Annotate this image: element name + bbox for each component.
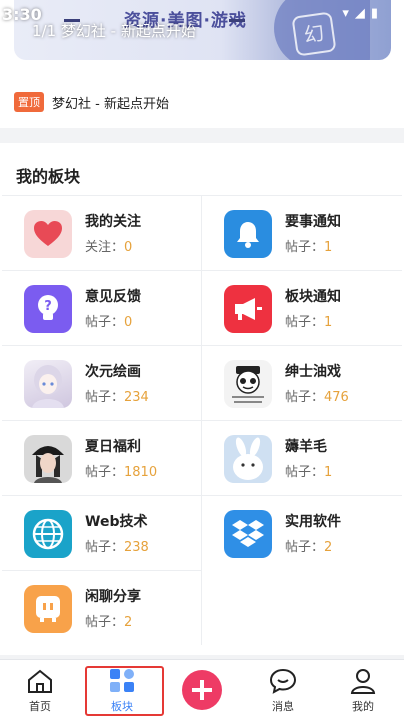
board-freebies[interactable]: 薅羊毛 帖子：1 <box>202 420 402 495</box>
status-icons: ▾ ◢ ▮ <box>336 6 378 21</box>
stat-label: 帖子： <box>285 465 325 480</box>
dropbox-icon <box>224 510 272 558</box>
stat-count: 238 <box>124 540 149 555</box>
board-name: 意见反馈 <box>85 289 141 305</box>
stat-count: 0 <box>124 315 133 330</box>
anime-girl-avatar <box>24 360 72 408</box>
board-stat: 帖子：234 <box>85 386 149 405</box>
stat-label: 帖子： <box>285 240 325 255</box>
banner-decoration <box>229 19 245 22</box>
board-stat: 帖子：1 <box>285 236 332 255</box>
board-name: Web技术 <box>85 514 148 530</box>
board-summer-welfare[interactable]: 夏日福利 帖子：1810 <box>2 420 202 495</box>
status-time: 3:30 <box>2 5 42 24</box>
home-icon <box>28 669 52 693</box>
tab-label: 消息 <box>272 700 294 713</box>
board-name: 绅士油戏 <box>285 364 341 380</box>
board-anime-art[interactable]: 次元绘画 帖子：234 <box>2 345 202 420</box>
pinned-tag: 置顶 <box>14 92 44 112</box>
heart-icon <box>24 210 72 258</box>
bell-icon <box>224 210 272 258</box>
stat-count: 2 <box>324 540 333 555</box>
stat-count: 234 <box>124 390 149 405</box>
board-important-notice[interactable]: 要事通知 帖子：1 <box>202 195 402 270</box>
tab-home[interactable]: 首页 <box>0 660 80 718</box>
board-stat: 帖子：1 <box>285 311 332 330</box>
stat-label: 帖子： <box>85 615 125 630</box>
board-name: 板块通知 <box>285 289 341 305</box>
stat-label: 帖子： <box>85 390 125 405</box>
stat-count: 476 <box>324 390 349 405</box>
svg-text:?: ? <box>44 299 52 314</box>
stat-label: 帖子： <box>285 540 325 555</box>
board-useful-software[interactable]: 实用软件 帖子：2 <box>202 495 402 570</box>
pinned-notice[interactable]: 置顶 梦幻社 - 新起点开始 <box>14 92 169 112</box>
board-name: 夏日福利 <box>85 439 141 455</box>
bottom-tab-bar: 首页 板块 消息 我的 <box>0 659 404 718</box>
banner-badge: 幻 <box>291 11 337 57</box>
board-stat: 帖子：476 <box>285 386 349 405</box>
stat-count: 1 <box>324 465 333 480</box>
stat-count: 1810 <box>124 465 158 480</box>
girl-photo-avatar <box>24 435 72 483</box>
chat-bubble-icon <box>24 585 72 633</box>
banner-caption: 1/1 梦幻社 - 新起点开始 <box>32 22 196 40</box>
board-stat: 帖子：0 <box>85 311 132 330</box>
board-name: 薅羊毛 <box>285 439 327 455</box>
tab-profile[interactable]: 我的 <box>323 660 403 718</box>
meme-panda-avatar <box>224 360 272 408</box>
pinned-notice-text: 梦幻社 - 新起点开始 <box>52 96 169 112</box>
stat-label: 关注： <box>85 240 125 255</box>
board-web-tech[interactable]: Web技术 帖子：238 <box>2 495 202 570</box>
stat-count: 2 <box>124 615 133 630</box>
banner-carousel[interactable]: 资源·美图·游戏 幻 1/1 梦幻社 - 新起点开始 <box>14 0 391 60</box>
board-feedback[interactable]: ? 意见反馈 帖子：0 <box>2 270 202 345</box>
board-name: 实用软件 <box>285 514 341 530</box>
globe-icon <box>24 510 72 558</box>
megaphone-icon <box>224 285 272 333</box>
signal-icon: ◢ <box>354 6 365 21</box>
stat-label: 帖子： <box>85 540 125 555</box>
message-icon <box>269 668 297 694</box>
board-name: 我的关注 <box>85 214 141 230</box>
board-chat-share[interactable]: 闲聊分享 帖子：2 <box>2 570 202 645</box>
tab-label: 首页 <box>29 700 51 713</box>
board-name: 要事通知 <box>285 214 341 230</box>
tab-messages[interactable]: 消息 <box>243 660 323 718</box>
board-name: 次元绘画 <box>85 364 141 380</box>
rabbit-avatar <box>224 435 272 483</box>
stat-label: 帖子： <box>85 465 125 480</box>
tab-label: 我的 <box>352 700 374 713</box>
stat-label: 帖子： <box>285 315 325 330</box>
section-title: 我的板块 <box>16 167 81 186</box>
stat-label: 帖子： <box>85 315 125 330</box>
stat-count: 1 <box>324 240 333 255</box>
banner-area: 资源·美图·游戏 幻 1/1 梦幻社 - 新起点开始 3:30 ▾ ◢ ▮ 置顶 梦… <box>0 0 404 128</box>
board-stat: 帖子：2 <box>85 611 132 630</box>
lightbulb-icon: ? <box>24 285 72 333</box>
board-stat: 帖子：1810 <box>85 461 157 480</box>
board-stat: 帖子：1 <box>285 461 332 480</box>
stat-label: 帖子： <box>285 390 325 405</box>
board-stat: 关注：0 <box>85 236 132 255</box>
my-boards-section: 我的板块 我的关注 关注：0 要事通知 帖子：1 ? 意见反馈 帖子：0 板块通… <box>0 143 404 655</box>
plus-icon <box>192 680 212 700</box>
stat-count: 1 <box>324 315 333 330</box>
board-my-follows[interactable]: 我的关注 关注：0 <box>2 195 202 270</box>
board-stat: 帖子：2 <box>285 536 332 555</box>
wifi-icon: ▾ <box>342 6 349 21</box>
create-post-button[interactable] <box>182 670 222 710</box>
board-name: 闲聊分享 <box>85 589 141 605</box>
board-gentleman-games[interactable]: 绅士油戏 帖子：476 <box>202 345 402 420</box>
active-tab-highlight <box>85 666 164 716</box>
battery-icon: ▮ <box>370 6 378 21</box>
board-section-notice[interactable]: 板块通知 帖子：1 <box>202 270 402 345</box>
stat-count: 0 <box>124 240 133 255</box>
board-stat: 帖子：238 <box>85 536 149 555</box>
profile-icon <box>350 669 376 694</box>
